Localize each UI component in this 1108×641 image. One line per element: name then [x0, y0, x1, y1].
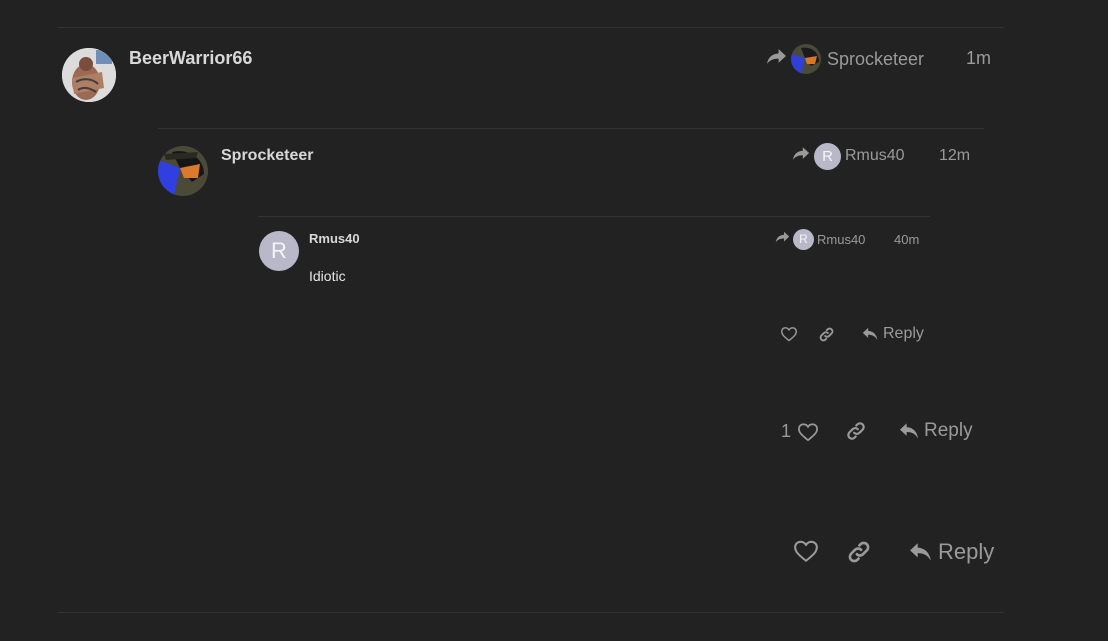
- avatar[interactable]: [62, 48, 116, 102]
- reply-to-link[interactable]: Sprocketeer: [766, 44, 924, 74]
- link-icon: [818, 326, 835, 343]
- username[interactable]: BeerWarrior66: [129, 48, 252, 69]
- post-date[interactable]: 12m: [939, 147, 970, 165]
- link-icon: [845, 420, 867, 442]
- post-divider-nested-2: [258, 216, 930, 217]
- link-icon: [846, 539, 872, 565]
- copy-link-button[interactable]: [845, 420, 867, 442]
- avatar[interactable]: [158, 146, 208, 196]
- avatar: R: [814, 142, 841, 170]
- reply-to-link[interactable]: R Rmus40: [775, 228, 865, 250]
- heart-icon: [793, 539, 819, 563]
- share-arrow-icon: [792, 146, 810, 166]
- share-arrow-icon: [775, 230, 790, 248]
- copy-link-button[interactable]: [846, 539, 872, 565]
- reply-button[interactable]: Reply: [899, 420, 973, 442]
- post-divider-bottom: [58, 612, 1004, 613]
- avatar: [791, 44, 821, 74]
- copy-link-button[interactable]: [818, 326, 835, 343]
- post-divider-top: [58, 27, 1004, 28]
- like-button[interactable]: [780, 326, 798, 342]
- post-date[interactable]: 40m: [894, 232, 919, 247]
- heart-icon: [780, 326, 798, 342]
- reply-arrow-icon: [899, 422, 920, 440]
- reply-button[interactable]: Reply: [909, 539, 994, 565]
- share-arrow-icon: [766, 48, 787, 70]
- reply-to-username: Rmus40: [845, 147, 905, 164]
- reply-to-link[interactable]: R Rmus40: [792, 142, 905, 170]
- reply-to-username: Rmus40: [817, 231, 866, 247]
- reply-arrow-icon: [909, 542, 933, 562]
- post-date[interactable]: 1m: [966, 48, 991, 69]
- username[interactable]: Rmus40: [309, 231, 360, 246]
- reply-button[interactable]: Reply: [862, 325, 924, 343]
- reply-label: Reply: [883, 325, 924, 342]
- reply-label: Reply: [938, 539, 995, 564]
- post-divider-nested-1: [158, 128, 984, 129]
- avatar: R: [793, 228, 814, 250]
- like-button[interactable]: [793, 539, 819, 563]
- reply-label: Reply: [924, 420, 973, 441]
- heart-icon: [797, 422, 819, 442]
- avatar[interactable]: R: [259, 231, 299, 271]
- like-count: 1: [781, 421, 792, 441]
- reply-to-username: Sprocketeer: [827, 48, 925, 69]
- like-button[interactable]: 1: [781, 421, 819, 442]
- post-body: Idiotic: [309, 268, 346, 284]
- username[interactable]: Sprocketeer: [221, 147, 314, 165]
- reply-arrow-icon: [862, 327, 879, 341]
